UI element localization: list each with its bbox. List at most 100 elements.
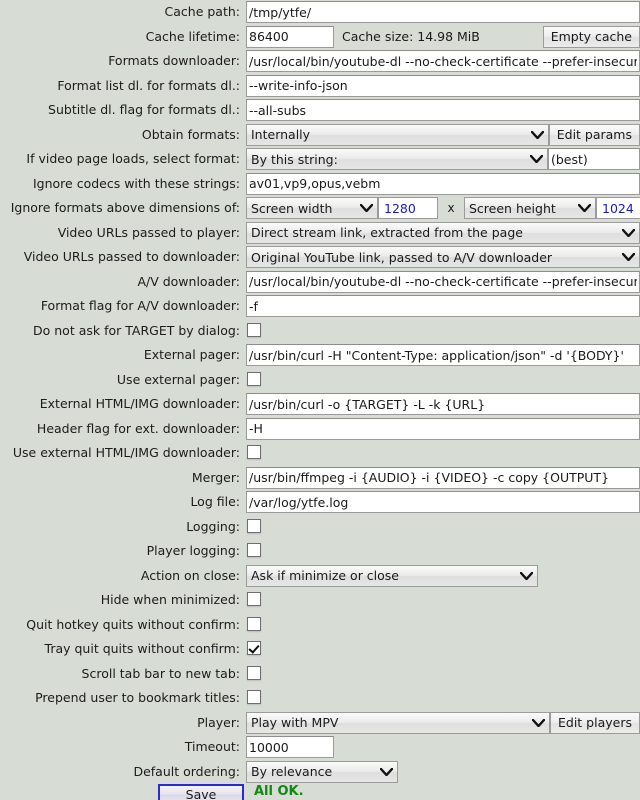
checkbox-do-not-ask-for-target-by-dialog[interactable] — [247, 322, 261, 337]
field-action-on-close: Ask if minimize or close — [246, 564, 640, 589]
empty-cache-button[interactable]: Empty cache — [542, 25, 640, 48]
select-value: By relevance — [251, 764, 333, 779]
select-value: Play with MPV — [251, 715, 339, 730]
field-cache-lifetime: Cache size: 14.98 MiB Empty cache — [246, 25, 640, 50]
field-do-not-ask-for-target-by-dialog — [246, 319, 640, 344]
field-format-flag-for-a-v-downloader — [246, 294, 640, 319]
checkbox-use-external-html-img-downloader[interactable] — [247, 445, 261, 459]
label-player: Player: — [197, 714, 240, 730]
checkbox-wrap-use-external-html-img-downloader — [246, 442, 640, 465]
input-a-v-downloader[interactable] — [246, 270, 640, 293]
obtain-formats-extra-button[interactable]: Edit params — [548, 123, 640, 146]
checkbox-wrap-logging — [246, 516, 640, 539]
checkbox-tray-quit-quits-without-confirm[interactable] — [247, 641, 261, 655]
chevron-down-icon — [530, 125, 544, 145]
input-format-flag-for-a-v-downloader[interactable] — [246, 295, 640, 317]
label-prepend-user-to-bookmark-titles: Prepend user to bookmark titles: — [35, 690, 240, 705]
chevron-down-icon — [622, 223, 635, 243]
select-default-ordering[interactable]: By relevance — [246, 760, 398, 783]
field-external-pager — [246, 343, 640, 368]
select-width-mode[interactable]: Screen width — [246, 197, 378, 219]
checkbox-use-external-pager[interactable] — [247, 371, 261, 386]
checkbox-hide-when-minimized[interactable] — [247, 592, 261, 606]
input-format-string[interactable] — [548, 148, 640, 170]
select-if-video-page-loads-select-format[interactable]: By this string: — [246, 148, 548, 170]
select-video-urls-passed-to-player[interactable]: Direct stream link, extracted from the p… — [246, 221, 640, 244]
input-header-flag-for-ext-downloader[interactable] — [246, 417, 640, 440]
form-row: A/V downloader: — [0, 270, 640, 295]
label-obtain-formats: Obtain formats: — [141, 126, 240, 142]
select-player[interactable]: Play with MPV — [246, 711, 550, 734]
form-row: Merger: — [0, 466, 640, 491]
form-row: Header flag for ext. downloader: — [0, 417, 640, 442]
select-value: Ask if minimize or close — [251, 568, 399, 583]
form-row: Prepend user to bookmark titles: — [0, 686, 640, 711]
checkbox-wrap-hide-when-minimized — [246, 589, 640, 612]
form-row: Subtitle dl. flag for formats dl.: — [0, 98, 640, 123]
label-action-on-close: Action on close: — [140, 567, 240, 583]
input-cache-lifetime[interactable] — [246, 25, 334, 48]
checkbox-prepend-user-to-bookmark-titles[interactable] — [247, 690, 261, 704]
form-row: Hide when minimized: — [0, 588, 640, 613]
player-extra-button[interactable]: Edit players — [550, 711, 640, 734]
checkbox-scroll-tab-bar-to-new-tab[interactable] — [247, 665, 261, 680]
label-use-external-pager: Use external pager: — [116, 371, 240, 387]
select-action-on-close[interactable]: Ask if minimize or close — [246, 564, 538, 587]
field-use-external-pager — [246, 368, 640, 393]
field-video-urls-passed-to-downloader: Original YouTube link, passed to A/V dow… — [246, 245, 640, 270]
field-video-urls-passed-to-player: Direct stream link, extracted from the p… — [246, 221, 640, 246]
form-row: Video URLs passed to player: Direct strea… — [0, 221, 640, 246]
field-tray-quit-quits-without-confirm — [246, 637, 640, 662]
form-row: Tray quit quits without confirm: — [0, 637, 640, 662]
checkbox-wrap-quit-hotkey-quits-without-confirm — [246, 614, 640, 637]
form-row: Scroll tab bar to new tab: — [0, 662, 640, 687]
input-formats-downloader[interactable] — [246, 50, 640, 72]
select-value: Screen height — [469, 200, 556, 216]
form-row: Player logging: — [0, 539, 640, 564]
select-video-urls-passed-to-downloader[interactable]: Original YouTube link, passed to A/V dow… — [246, 246, 640, 268]
form-row: Obtain formats: Internally Edit params — [0, 123, 640, 148]
field-format-list-dl-for-formats-dl — [246, 74, 640, 99]
form-row: Video URLs passed to downloader: Original… — [0, 245, 640, 270]
field-header-flag-for-ext-downloader — [246, 417, 640, 442]
form-row: Default ordering: By relevance — [0, 760, 640, 785]
value-height[interactable]: 1024 — [596, 197, 640, 219]
field-obtain-formats: Internally Edit params — [246, 123, 640, 148]
input-timeout[interactable] — [246, 736, 334, 758]
select-obtain-formats[interactable]: Internally — [246, 123, 549, 146]
field-formats-downloader — [246, 49, 640, 74]
input-ignore-codecs-with-these-strings[interactable] — [246, 172, 640, 195]
checkbox-logging[interactable] — [247, 518, 261, 533]
field-default-ordering: By relevance — [246, 760, 640, 785]
input-subtitle-dl-flag-for-formats-dl[interactable] — [246, 99, 640, 121]
input-format-list-dl-for-formats-dl[interactable] — [246, 74, 640, 97]
input-log-file[interactable] — [246, 491, 640, 513]
form-row: Logging: — [0, 515, 640, 540]
form-row: Use external HTML/IMG downloader: — [0, 441, 640, 466]
status-message: All OK. — [254, 784, 304, 799]
input-external-html-img-downloader[interactable] — [246, 393, 640, 415]
value-width[interactable]: 1280 — [378, 197, 438, 219]
form-row: Use external pager: — [0, 368, 640, 393]
chevron-down-icon — [520, 566, 533, 586]
label-default-ordering: Default ordering: — [133, 763, 240, 779]
label-log-file: Log file: — [190, 494, 240, 509]
select-height-mode[interactable]: Screen height — [464, 197, 596, 219]
form-row: Timeout: — [0, 735, 640, 760]
form-row: External pager: — [0, 343, 640, 368]
select-value: Direct stream link, extracted from the p… — [251, 225, 523, 240]
preferences-form: Cache path: Cache lifetime: Cache size: 14… — [0, 0, 640, 800]
input-cache-path[interactable] — [246, 1, 640, 23]
field-logging — [246, 515, 640, 540]
actions-row: Save All OK. — [0, 784, 640, 800]
checkbox-player-logging[interactable] — [247, 543, 261, 557]
save-button[interactable]: Save — [158, 784, 244, 800]
input-external-pager[interactable] — [246, 344, 640, 366]
label-a-v-downloader: A/V downloader: — [137, 273, 240, 289]
input-merger[interactable] — [246, 466, 640, 489]
checkbox-quit-hotkey-quits-without-confirm[interactable] — [247, 616, 261, 631]
label-ignore-formats-above-dimensions-of: Ignore formats above dimensions of: — [10, 200, 240, 215]
label-tray-quit-quits-without-confirm: Tray quit quits without confirm: — [44, 641, 240, 656]
field-a-v-downloader — [246, 270, 640, 295]
label-timeout: Timeout: — [184, 739, 240, 754]
